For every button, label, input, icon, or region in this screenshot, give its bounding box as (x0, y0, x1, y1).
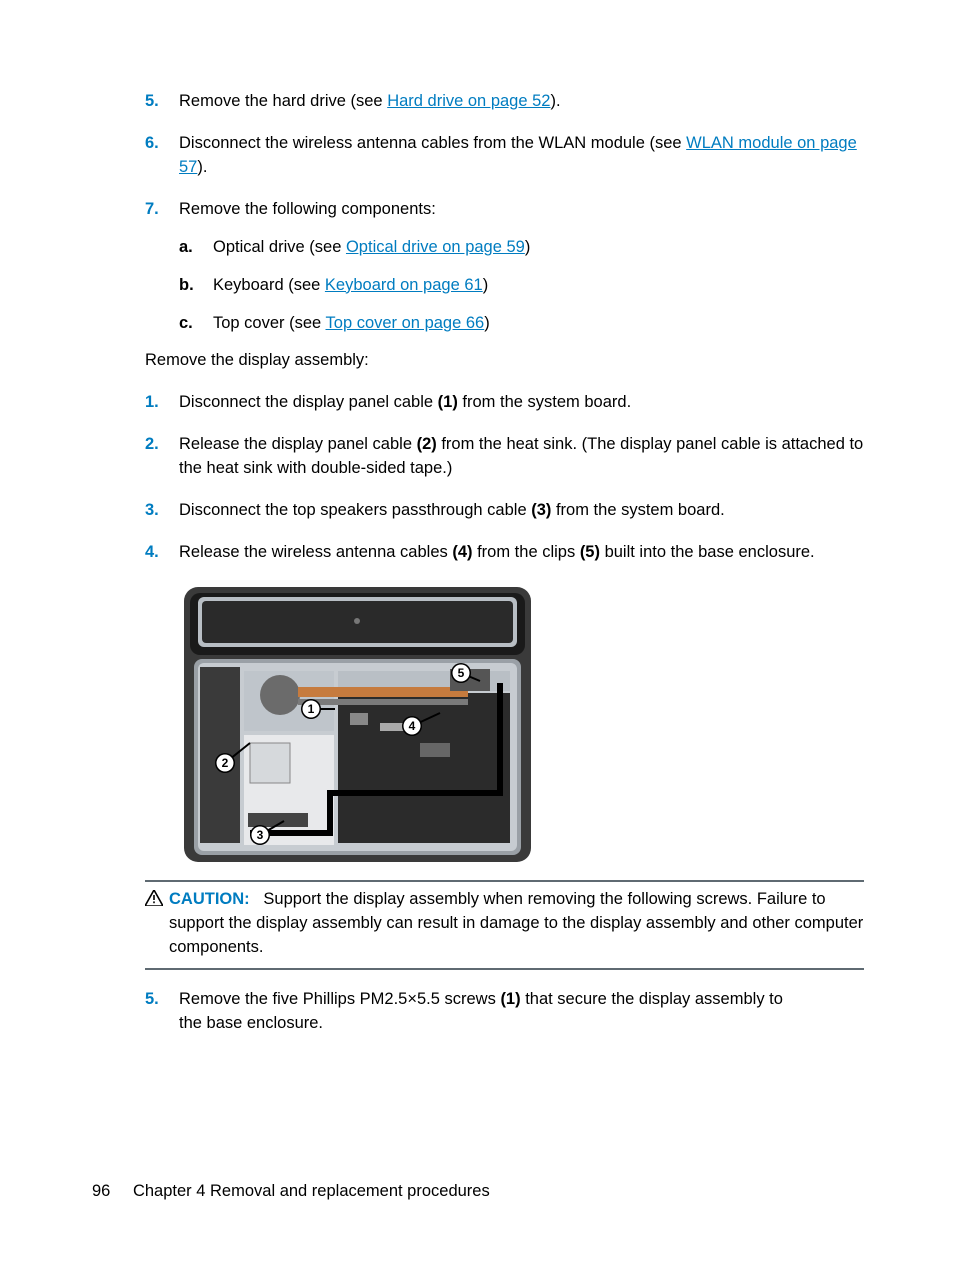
substep-a: a. Optical drive (see Optical drive on p… (179, 236, 864, 260)
callout-5: 5 (458, 666, 465, 680)
step-number: 6. (145, 132, 179, 180)
step-1-mid: 1. Disconnect the display panel cable (1… (145, 391, 864, 415)
callout-ref: (1) (500, 990, 520, 1008)
substep-c: c. Top cover (see Top cover on page 66) (179, 312, 864, 336)
callout-ref: (2) (417, 435, 437, 453)
caution-note: CAUTION: Support the display assembly wh… (145, 880, 864, 970)
substep-text: Optical drive (see (213, 238, 346, 256)
step-text: built into the base enclosure. (600, 543, 815, 561)
step-body: Disconnect the display panel cable (1) f… (179, 391, 864, 415)
step-text: ). (197, 158, 207, 176)
callout-4: 4 (409, 719, 416, 733)
document-page: 5. Remove the hard drive (see Hard drive… (0, 0, 954, 1270)
step-body: Disconnect the top speakers passthrough … (179, 499, 864, 523)
substep-text: ) (525, 238, 531, 256)
step-text: Disconnect the wireless antenna cables f… (179, 134, 686, 152)
substep-letter: c. (179, 312, 213, 336)
step-text: from the system board. (551, 501, 724, 519)
substep-text: Keyboard (see (213, 276, 325, 294)
substep-b: b. Keyboard (see Keyboard on page 61) (179, 274, 864, 298)
step-text: Disconnect the top speakers passthrough … (179, 501, 531, 519)
step-number: 7. (145, 198, 179, 222)
callout-ref: (1) (438, 393, 458, 411)
step-number: 2. (145, 433, 179, 481)
step-text: from the clips (473, 543, 580, 561)
step-text: Remove the following components: (179, 200, 436, 218)
substep-body: Keyboard (see Keyboard on page 61) (213, 274, 488, 298)
substep-text: ) (483, 276, 489, 294)
step-7-top: 7. Remove the following components: (145, 198, 864, 222)
step-3-mid: 3. Disconnect the top speakers passthrou… (145, 499, 864, 523)
callout-1: 1 (308, 702, 315, 716)
caution-text: Support the display assembly when removi… (169, 890, 863, 956)
step-number: 5. (145, 988, 179, 1036)
step-body: Disconnect the wireless antenna cables f… (179, 132, 864, 180)
step-number: 4. (145, 541, 179, 565)
step-body: Remove the hard drive (see Hard drive on… (179, 90, 864, 114)
step-body: Remove the five Phillips PM2.5×5.5 screw… (179, 988, 799, 1036)
step-body: Release the wireless antenna cables (4) … (179, 541, 864, 565)
step-4-mid: 4. Release the wireless antenna cables (… (145, 541, 864, 565)
caution-label: CAUTION: (169, 890, 250, 908)
page-number: 96 (92, 1180, 110, 1204)
chapter-title: Chapter 4 Removal and replacement proced… (133, 1182, 490, 1200)
step-5-after: 5. Remove the five Phillips PM2.5×5.5 sc… (145, 988, 864, 1036)
substep-letter: b. (179, 274, 213, 298)
callout-ref: (5) (580, 543, 600, 561)
step-text: Release the display panel cable (179, 435, 417, 453)
callout-3: 3 (257, 828, 264, 842)
optical-drive-link[interactable]: Optical drive on page 59 (346, 238, 525, 256)
step-text: ). (550, 92, 560, 110)
step-text: Release the wireless antenna cables (179, 543, 452, 561)
callout-ref: (4) (452, 543, 472, 561)
step-text: Remove the hard drive (see (179, 92, 387, 110)
section-intro: Remove the display assembly: (145, 349, 864, 373)
step-body: Release the display panel cable (2) from… (179, 433, 864, 481)
substep-body: Top cover (see Top cover on page 66) (213, 312, 490, 336)
step-text: Remove the five Phillips PM2.5×5.5 screw… (179, 990, 500, 1008)
substep-body: Optical drive (see Optical drive on page… (213, 236, 530, 260)
substep-text: Top cover (see (213, 314, 326, 332)
substep-letter: a. (179, 236, 213, 260)
warning-icon (145, 888, 169, 960)
step-text: Disconnect the display panel cable (179, 393, 438, 411)
caution-body: CAUTION: Support the display assembly wh… (169, 888, 864, 960)
step-number: 1. (145, 391, 179, 415)
callout-ref: (3) (531, 501, 551, 519)
step-body: Remove the following components: (179, 198, 864, 222)
page-footer: 96 Chapter 4 Removal and replacement pro… (92, 1180, 864, 1204)
step-number: 5. (145, 90, 179, 114)
top-cover-link[interactable]: Top cover on page 66 (326, 314, 485, 332)
step-5-top: 5. Remove the hard drive (see Hard drive… (145, 90, 864, 114)
step-6-top: 6. Disconnect the wireless antenna cable… (145, 132, 864, 180)
substep-text: ) (484, 314, 490, 332)
callout-2: 2 (222, 756, 229, 770)
display-assembly-figure: 1 2 3 4 5 (180, 583, 535, 866)
step-2-mid: 2. Release the display panel cable (2) f… (145, 433, 864, 481)
hard-drive-link[interactable]: Hard drive on page 52 (387, 92, 550, 110)
step-text: from the system board. (458, 393, 631, 411)
keyboard-link[interactable]: Keyboard on page 61 (325, 276, 483, 294)
step-number: 3. (145, 499, 179, 523)
